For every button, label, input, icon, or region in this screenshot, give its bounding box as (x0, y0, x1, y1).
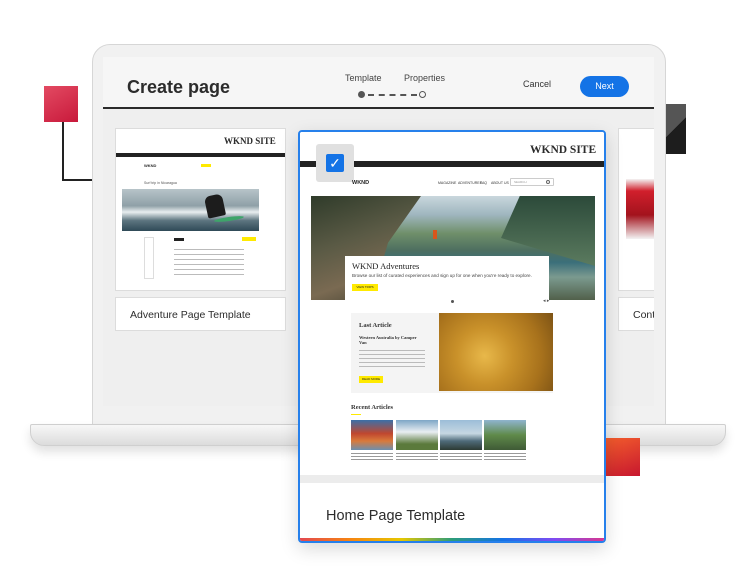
decorative-connector-line (62, 179, 96, 181)
hero-text: Browse our list of curated experiences a… (352, 273, 532, 278)
thumbnail-logo: WKND (144, 163, 157, 168)
template-name: Adventure Page Template (130, 309, 251, 321)
create-page-header: Create page Template Properties Cancel N… (103, 57, 654, 109)
step-progress-line (368, 94, 417, 96)
last-article-text-lines (359, 350, 425, 370)
hero-title: WKND Adventures (352, 261, 420, 271)
recent-article-caption (440, 453, 482, 461)
last-article-section: Last Article Western Australia by Camper… (351, 313, 553, 393)
step-template-indicator (358, 91, 365, 98)
decorative-orange-square (606, 438, 640, 476)
template-label-card-content[interactable]: Cont (618, 297, 654, 331)
template-thumbnail: WKND SITE WKND Surf trip in Nicaragua (116, 129, 285, 290)
step-template-label: Template (345, 73, 382, 83)
thumbnail-footer (300, 475, 604, 483)
decorative-red-square (44, 86, 78, 122)
hero-button: VIEW TRIPS (352, 284, 378, 291)
thumbnail-topbar (116, 153, 285, 157)
decorative-dark-square (663, 104, 686, 154)
thumbnail-logo: WKND (352, 180, 370, 186)
step-properties-label: Properties (404, 73, 446, 83)
hero-text-box: WKND Adventures Browse our list of curat… (345, 256, 549, 300)
search-icon (546, 180, 550, 184)
template-card-adventure[interactable]: WKND SITE WKND Surf trip in Nicaragua (115, 128, 286, 291)
hero-person (433, 230, 437, 239)
nav-item: FAQ (480, 181, 488, 185)
thumbnail-sidebar (144, 237, 154, 279)
recent-article-thumbnail (484, 420, 526, 450)
thumbnail-site-title: WKND SITE (530, 144, 597, 156)
template-label-card-adventure[interactable]: Adventure Page Template (115, 297, 286, 331)
recent-article-caption (351, 453, 393, 461)
selected-checkbox[interactable]: ✓ (316, 144, 354, 182)
nav-item: ABOUT US (491, 181, 509, 185)
template-card-content[interactable] (618, 128, 654, 291)
surfing-photo (122, 189, 259, 231)
thumbnail-heading: Surf trip in Nicaragua (144, 181, 177, 185)
carousel-dot (451, 300, 454, 303)
nav-item: MAGAZINE (438, 181, 457, 185)
next-button[interactable]: Next (580, 76, 629, 97)
recent-article-thumbnail (440, 420, 482, 450)
search-placeholder: SEARCH (514, 180, 527, 184)
thumbnail-tab (174, 238, 184, 241)
recent-articles-underline (351, 414, 361, 415)
recent-article-caption (484, 453, 526, 461)
step-properties-indicator (419, 91, 426, 98)
surfer-figure (203, 193, 227, 219)
decorative-connector-line (62, 122, 64, 180)
page-title: Create page (127, 77, 231, 97)
read-more-button: READ MORE (359, 376, 383, 383)
carousel-arrows: ◂ ▸ (543, 298, 550, 304)
selected-card-rainbow-bar (300, 538, 604, 541)
recent-articles-label: Recent Articles (351, 404, 394, 411)
thumbnail-photo (626, 179, 654, 239)
thumbnail-site-title: WKND SITE (224, 136, 276, 146)
recent-article-thumbnail (396, 420, 438, 450)
template-name: Cont (633, 309, 654, 321)
thumbnail-yellow-button (242, 237, 256, 241)
nav-item: ADVENTURES (458, 181, 482, 185)
recent-article-caption (396, 453, 438, 461)
template-thumbnail: WKND SITE ✓ WKND MAGAZINE ADVENTURES FAQ… (300, 132, 604, 483)
checkmark-icon: ✓ (326, 154, 344, 172)
last-article-title: Western Australia by Camper Van (359, 335, 417, 345)
cancel-button[interactable]: Cancel (523, 79, 551, 89)
desert-aerial-photo (439, 313, 553, 391)
thumbnail-text-lines (174, 249, 244, 279)
recent-article-thumbnail (351, 420, 393, 450)
last-article-label: Last Article (359, 322, 392, 329)
template-card-home[interactable]: WKND SITE ✓ WKND MAGAZINE ADVENTURES FAQ… (298, 130, 606, 543)
thumbnail-search-input: SEARCH (510, 178, 554, 186)
template-name: Home Page Template (326, 508, 466, 524)
thumbnail-nav-highlight (201, 164, 211, 167)
